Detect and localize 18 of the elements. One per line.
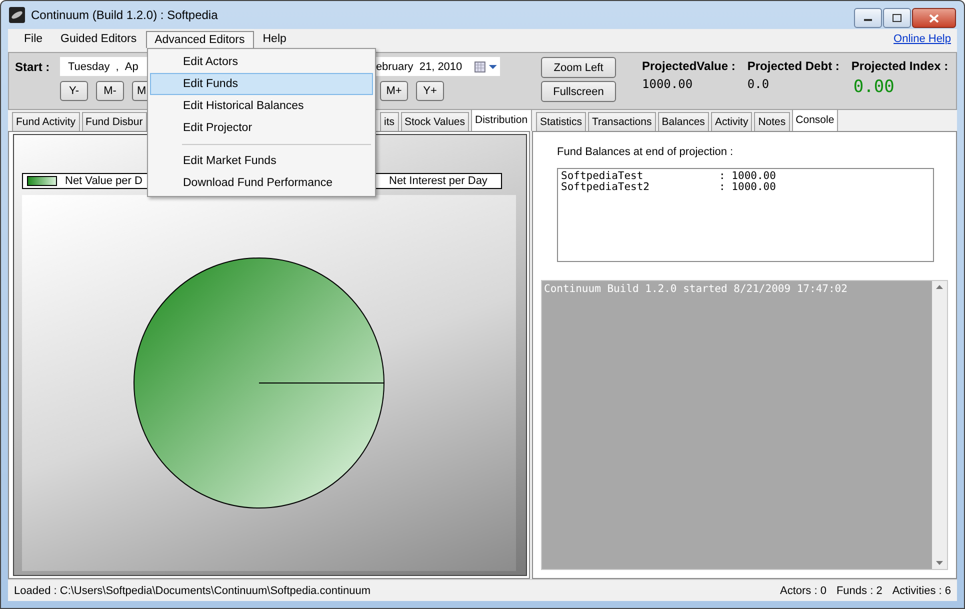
stat-value: 1000.00 [642, 77, 694, 91]
window-title: Continuum (Build 1.2.0) : Softpedia [31, 8, 219, 22]
stat-label: Projected Index : [851, 59, 948, 73]
stat-value: 0.00 [852, 77, 896, 97]
balances-label: Fund Balances at end of projection : [557, 146, 734, 158]
status-count: Funds : 2 [836, 584, 882, 596]
status-count: Actors : 0 [780, 584, 826, 596]
balance-line: SoftpediaTest : 1000.00 [561, 171, 777, 182]
stat-label: ProjectedValue : [642, 59, 736, 73]
balance-line: SoftpediaTest2 : 1000.00 [561, 182, 777, 193]
legend-label: Net Interest per Day [389, 175, 488, 187]
legend-label: Net Value per D [65, 175, 144, 187]
status-count: Activities : 6 [892, 584, 951, 596]
stat-label: Projected Debt : [747, 59, 840, 73]
stat-value: 0.0 [747, 77, 770, 91]
start-label: Start : [15, 60, 51, 74]
console-line: Continuum Build 1.2.0 started 8/21/2009 17:47:02 [544, 283, 848, 295]
status-path: Loaded : C:\Users\Softpedia\Documents\Continuum\Softpedia.continuum [14, 584, 372, 596]
